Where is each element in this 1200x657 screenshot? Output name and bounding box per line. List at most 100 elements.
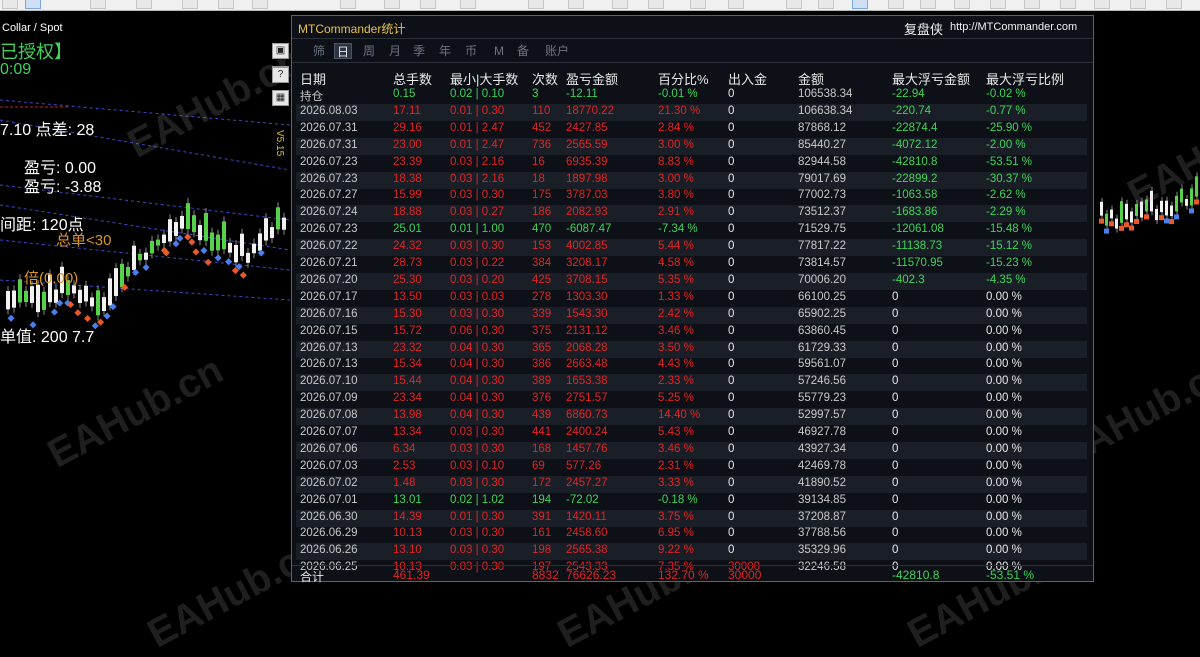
- table-row[interactable]: 2026.07.02 1.48 0.03 | 0.30 172 2457.27 3.33 …: [296, 475, 1087, 493]
- toolbar-button[interactable]: [384, 0, 400, 9]
- table-row[interactable]: 2026.07.03 2.53 0.03 | 0.10 69 577.26 2.31 % 0…: [296, 459, 1087, 476]
- table-row[interactable]: 2026.07.17 13.50 0.03 | 0.03 278 1303.30 1.33…: [296, 290, 1087, 307]
- column-header-0[interactable]: 日期: [300, 69, 326, 88]
- table-row[interactable]: 2026.07.06 6.34 0.03 | 0.30 168 1457.76 3.46 …: [296, 441, 1087, 459]
- column-header-9[interactable]: 最大浮亏比例: [986, 69, 1064, 88]
- tab-2[interactable]: 周: [360, 43, 378, 59]
- toolbar-button[interactable]: [852, 0, 868, 9]
- table-row[interactable]: 2026.06.26 13.10 0.03 | 0.30 198 2565.38 9.22…: [296, 543, 1087, 561]
- cell-pnl: 3787.03: [566, 189, 608, 202]
- cell-balance: 79017.69: [798, 172, 846, 185]
- table-row[interactable]: 2026.07.31 23.00 0.01 | 2.47 736 2565.59 3.00…: [296, 137, 1087, 155]
- cell-pnl: 3208.17: [566, 257, 608, 269]
- column-header-8[interactable]: 最大浮亏金额: [892, 69, 970, 88]
- toolbar-button[interactable]: [728, 0, 744, 9]
- toolbar-button[interactable]: [252, 0, 268, 9]
- panel-url-link[interactable]: http://MTCommander.com: [950, 21, 1077, 33]
- chart-decoration: [54, 289, 58, 303]
- table-row[interactable]: 2026.07.16 15.30 0.03 | 0.30 339 1543.30 2.42…: [296, 306, 1087, 324]
- toolbar-button[interactable]: [420, 0, 436, 9]
- table-row[interactable]: 2026.07.23 18.38 0.03 | 2.16 18 1897.98 3.00 …: [296, 171, 1087, 189]
- toolbar-button[interactable]: [920, 0, 936, 9]
- table-row[interactable]: 持仓 0.15 0.02 | 0.10 3 -12.11 -0.01 % 0 106538.3…: [296, 87, 1087, 104]
- chart-decoration: [126, 266, 130, 277]
- toolbar-button[interactable]: [25, 0, 41, 9]
- table-row[interactable]: 2026.07.08 13.98 0.04 | 0.30 439 6860.73 14.4…: [296, 408, 1087, 426]
- cell-pct: 2.84 %: [658, 121, 694, 134]
- table-row[interactable]: 2026.07.23 23.39 0.03 | 2.16 16 6935.39 8.83 …: [296, 155, 1087, 172]
- cell-pnl: 1653.38: [566, 375, 608, 388]
- table-row[interactable]: 2026.07.01 13.01 0.02 | 1.02 194 -72.02 -0.18…: [296, 493, 1087, 510]
- column-header-6[interactable]: 出入金: [728, 69, 767, 88]
- cell-ddp: 0.00 %: [986, 442, 1022, 455]
- toolbar-button[interactable]: [888, 0, 904, 9]
- toolbar-button[interactable]: [1166, 0, 1182, 9]
- toolbar-button[interactable]: [90, 0, 106, 9]
- tab-5[interactable]: 年: [436, 43, 454, 59]
- toolbar-button[interactable]: [818, 0, 834, 9]
- toolbar-button[interactable]: [990, 0, 1006, 9]
- tab-7[interactable]: M: [490, 43, 508, 59]
- tab-3[interactable]: 月: [386, 43, 404, 59]
- cell-ddp: -2.29 %: [986, 206, 1026, 219]
- cell-pnl: 2663.48: [566, 358, 608, 371]
- toolbar-button[interactable]: [1024, 0, 1040, 9]
- table-row[interactable]: 2026.07.24 18.88 0.03 | 0.27 186 2082.93 2.91…: [296, 205, 1087, 223]
- cell-flow: 0: [728, 88, 735, 100]
- column-header-5[interactable]: 百分比%: [658, 69, 709, 88]
- toolbar-button[interactable]: [460, 0, 476, 9]
- tab-0[interactable]: 筛: [310, 43, 328, 59]
- toolbar-button[interactable]: [1130, 0, 1146, 9]
- table-row[interactable]: 2026.07.21 28.73 0.03 | 0.22 384 3208.17 4.58…: [296, 256, 1087, 273]
- table-row[interactable]: 2026.07.13 23.32 0.04 | 0.30 365 2068.28 3.50…: [296, 340, 1087, 358]
- table-row[interactable]: 2026.06.30 14.39 0.01 | 0.30 391 1420.11 3.75…: [296, 509, 1087, 527]
- table-row[interactable]: 2026.07.09 23.34 0.04 | 0.30 376 2751.57 5.25…: [296, 391, 1087, 408]
- table-row[interactable]: 2026.08.03 17.11 0.01 | 0.30 110 18770.22 21.…: [296, 103, 1087, 121]
- toolbar-button[interactable]: [528, 0, 544, 9]
- toolbar-button[interactable]: [182, 0, 198, 9]
- table-row[interactable]: 2026.07.22 24.32 0.03 | 0.30 153 4002.85 5.44…: [296, 239, 1087, 257]
- column-header-4[interactable]: 盈亏金额: [566, 69, 618, 88]
- toolbar-button[interactable]: [612, 0, 628, 9]
- toolbar-button[interactable]: [690, 0, 706, 9]
- cell-count: 16: [532, 155, 545, 168]
- cell-balance: 70006.20: [798, 273, 846, 286]
- toolbar-button[interactable]: [786, 0, 802, 9]
- table-row[interactable]: 2026.06.29 10.13 0.03 | 0.30 161 2458.60 6.95…: [296, 526, 1087, 543]
- question-button[interactable]: ?: [272, 67, 289, 83]
- tab-8[interactable]: 备: [514, 43, 532, 59]
- table-row[interactable]: 2026.07.13 15.34 0.04 | 0.30 386 2663.48 4.43…: [296, 357, 1087, 374]
- column-header-2[interactable]: 最小|大手数: [450, 69, 518, 88]
- table-row[interactable]: 2026.07.31 29.16 0.01 | 2.47 452 2427.85 2.84…: [296, 121, 1087, 138]
- chart-decoration: [192, 248, 200, 256]
- tab-1[interactable]: 日: [334, 43, 352, 59]
- tab-4[interactable]: 季: [410, 43, 428, 59]
- toolbar-button[interactable]: [1094, 0, 1110, 9]
- toolbar-button[interactable]: [648, 0, 664, 9]
- chart-decoration: [103, 312, 111, 320]
- toolbar-button[interactable]: [218, 0, 234, 9]
- toolbar-button[interactable]: [1060, 0, 1076, 9]
- toolbar-button[interactable]: [340, 0, 356, 9]
- tab-9[interactable]: 账户: [542, 43, 572, 59]
- side-button-1[interactable]: ▣: [272, 43, 289, 59]
- toolbar-button[interactable]: [2, 0, 18, 9]
- table-row[interactable]: 2026.07.15 15.72 0.06 | 0.30 375 2131.12 3.46…: [296, 324, 1087, 341]
- toolbar-button[interactable]: [568, 0, 584, 9]
- side-button-4[interactable]: ▦: [272, 90, 289, 106]
- column-header-7[interactable]: 金额: [798, 69, 824, 88]
- column-header-3[interactable]: 次数: [532, 69, 558, 88]
- cell-count: 375: [532, 324, 552, 337]
- tab-6[interactable]: 币: [462, 43, 480, 59]
- table-row[interactable]: 2026.07.07 13.34 0.03 | 0.30 441 2400.24 5.43…: [296, 425, 1087, 442]
- toolbar-button[interactable]: [954, 0, 970, 9]
- ea-line-total: 总单<30: [56, 232, 112, 249]
- table-header: 日期 总手数 最小|大手数 次数 盈亏金额 百分比% 出入金 金额 最大浮亏金额 最大浮亏比例: [292, 67, 1093, 87]
- table-row[interactable]: 2026.07.23 25.01 0.01 | 1.00 470 -6087.47 -7.…: [296, 222, 1087, 239]
- table-row[interactable]: 2026.07.10 15.44 0.04 | 0.30 389 1653.38 2.33…: [296, 374, 1087, 392]
- table-row[interactable]: 2026.07.20 25.30 0.03 | 0.20 425 3708.15 5.35…: [296, 272, 1087, 290]
- toolbar-button[interactable]: [136, 0, 152, 9]
- column-header-1[interactable]: 总手数: [393, 69, 432, 88]
- chart-decoration: [1130, 211, 1133, 223]
- table-row[interactable]: 2026.07.27 15.99 0.03 | 0.30 175 3787.03 3.80…: [296, 188, 1087, 205]
